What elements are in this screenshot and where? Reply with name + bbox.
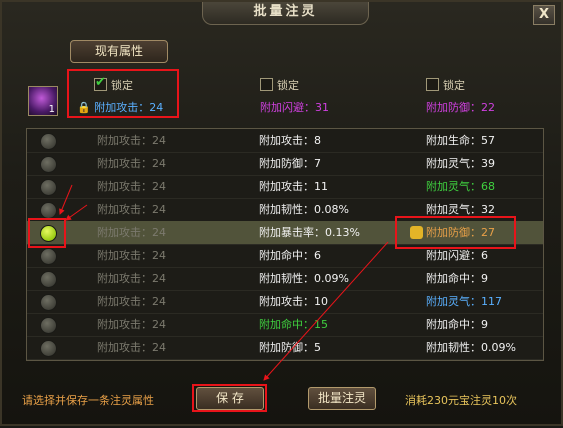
table-row[interactable]: 附加攻击：24 附加攻击：11 附加灵气：68 bbox=[27, 175, 543, 199]
row-radio-button[interactable] bbox=[40, 294, 57, 311]
row-cell-c1: 附加攻击：24 bbox=[97, 272, 166, 285]
row-cell-c1: 附加攻击：24 bbox=[97, 295, 166, 308]
row-cell-c1: 附加攻击：24 bbox=[97, 318, 166, 331]
row-cell-c1: 附加攻击：24 bbox=[97, 134, 166, 147]
item-count: 1 bbox=[48, 104, 55, 115]
row-radio-button[interactable] bbox=[40, 179, 57, 196]
row-cell-c2: 附加攻击：8 bbox=[259, 134, 321, 147]
row-cell-c1: 附加攻击：24 bbox=[97, 157, 166, 170]
row-radio-button[interactable] bbox=[40, 271, 57, 288]
row-radio-button[interactable] bbox=[40, 202, 57, 219]
row-radio-button[interactable] bbox=[40, 340, 57, 357]
row-cell-c3: 附加韧性：0.09% bbox=[426, 341, 516, 354]
lock-checkbox-3[interactable]: 锁定 bbox=[426, 77, 465, 93]
table-row[interactable]: 附加攻击：24 附加攻击：8 附加生命：57 bbox=[27, 129, 543, 153]
row-radio-button[interactable] bbox=[40, 133, 57, 150]
row-cell-c2: 附加攻击：10 bbox=[259, 295, 328, 308]
row-cell-c1: 附加攻击：24 bbox=[97, 226, 166, 239]
table-row[interactable]: 附加攻击：24 附加防御：5 附加韧性：0.09% bbox=[27, 336, 543, 360]
footer-hint: 请选择并保存一条注灵属性 bbox=[22, 394, 154, 407]
table-row[interactable]: 附加攻击：24 附加命中：15 附加命中：9 bbox=[27, 313, 543, 337]
row-radio-button[interactable] bbox=[40, 248, 57, 265]
row-cell-c3: 附加灵气：68 bbox=[426, 180, 495, 193]
lock-checkbox-2[interactable]: 锁定 bbox=[260, 77, 299, 93]
row-cell-c2: 附加暴击率：0.13% bbox=[259, 226, 360, 239]
checkbox-icon bbox=[426, 78, 439, 91]
cost-text: 消耗230元宝注灵10次 bbox=[405, 394, 517, 407]
row-cell-c2: 附加韧性：0.08% bbox=[259, 203, 349, 216]
row-cell-c3: 附加灵气：39 bbox=[426, 157, 495, 170]
checkbox-icon bbox=[260, 78, 273, 91]
row-cell-c3: 附加命中：9 bbox=[426, 318, 488, 331]
row-cell-c2: 附加防御：5 bbox=[259, 341, 321, 354]
annotation-box-radio bbox=[28, 218, 66, 248]
tab-current-attributes[interactable]: 现有属性 bbox=[70, 40, 168, 63]
row-radio-button[interactable] bbox=[40, 317, 57, 334]
annotation-box-result bbox=[395, 216, 516, 249]
row-cell-c3: 附加灵气：117 bbox=[426, 295, 502, 308]
current-attr-3: 附加防御：22 bbox=[426, 101, 495, 114]
row-cell-c2: 附加防御：7 bbox=[259, 157, 321, 170]
table-row[interactable]: 附加攻击：24 附加韧性：0.09% 附加命中：9 bbox=[27, 267, 543, 291]
row-cell-c1: 附加攻击：24 bbox=[97, 249, 166, 262]
row-cell-c2: 附加韧性：0.09% bbox=[259, 272, 349, 285]
dialog-title: 批量注灵 bbox=[202, 2, 369, 25]
batch-infuse-dialog: 批量注灵 X 现有属性 1 锁定 🔒 附加攻击：24 锁定 附加闪避：31 锁定… bbox=[0, 0, 563, 426]
row-cell-c2: 附加命中：6 bbox=[259, 249, 321, 262]
row-cell-c3: 附加命中：9 bbox=[426, 272, 488, 285]
row-cell-c2: 附加命中：15 bbox=[259, 318, 328, 331]
row-cell-c1: 附加攻击：24 bbox=[97, 180, 166, 193]
table-row[interactable]: 附加攻击：24 附加防御：7 附加灵气：39 bbox=[27, 152, 543, 176]
row-cell-c2: 附加攻击：11 bbox=[259, 180, 328, 193]
row-radio-button[interactable] bbox=[40, 156, 57, 173]
current-attr-2: 附加闪避：31 bbox=[260, 101, 329, 114]
batch-infuse-button[interactable]: 批量注灵 bbox=[308, 387, 376, 410]
row-cell-c1: 附加攻击：24 bbox=[97, 203, 166, 216]
annotation-box-lock bbox=[67, 69, 179, 118]
close-button[interactable]: X bbox=[533, 5, 555, 25]
table-row[interactable]: 附加攻击：24 附加攻击：10 附加灵气：117 bbox=[27, 290, 543, 314]
row-cell-c1: 附加攻击：24 bbox=[97, 341, 166, 354]
row-cell-c3: 附加生命：57 bbox=[426, 134, 495, 147]
item-icon: 1 bbox=[28, 86, 58, 116]
annotation-box-save bbox=[192, 384, 267, 412]
